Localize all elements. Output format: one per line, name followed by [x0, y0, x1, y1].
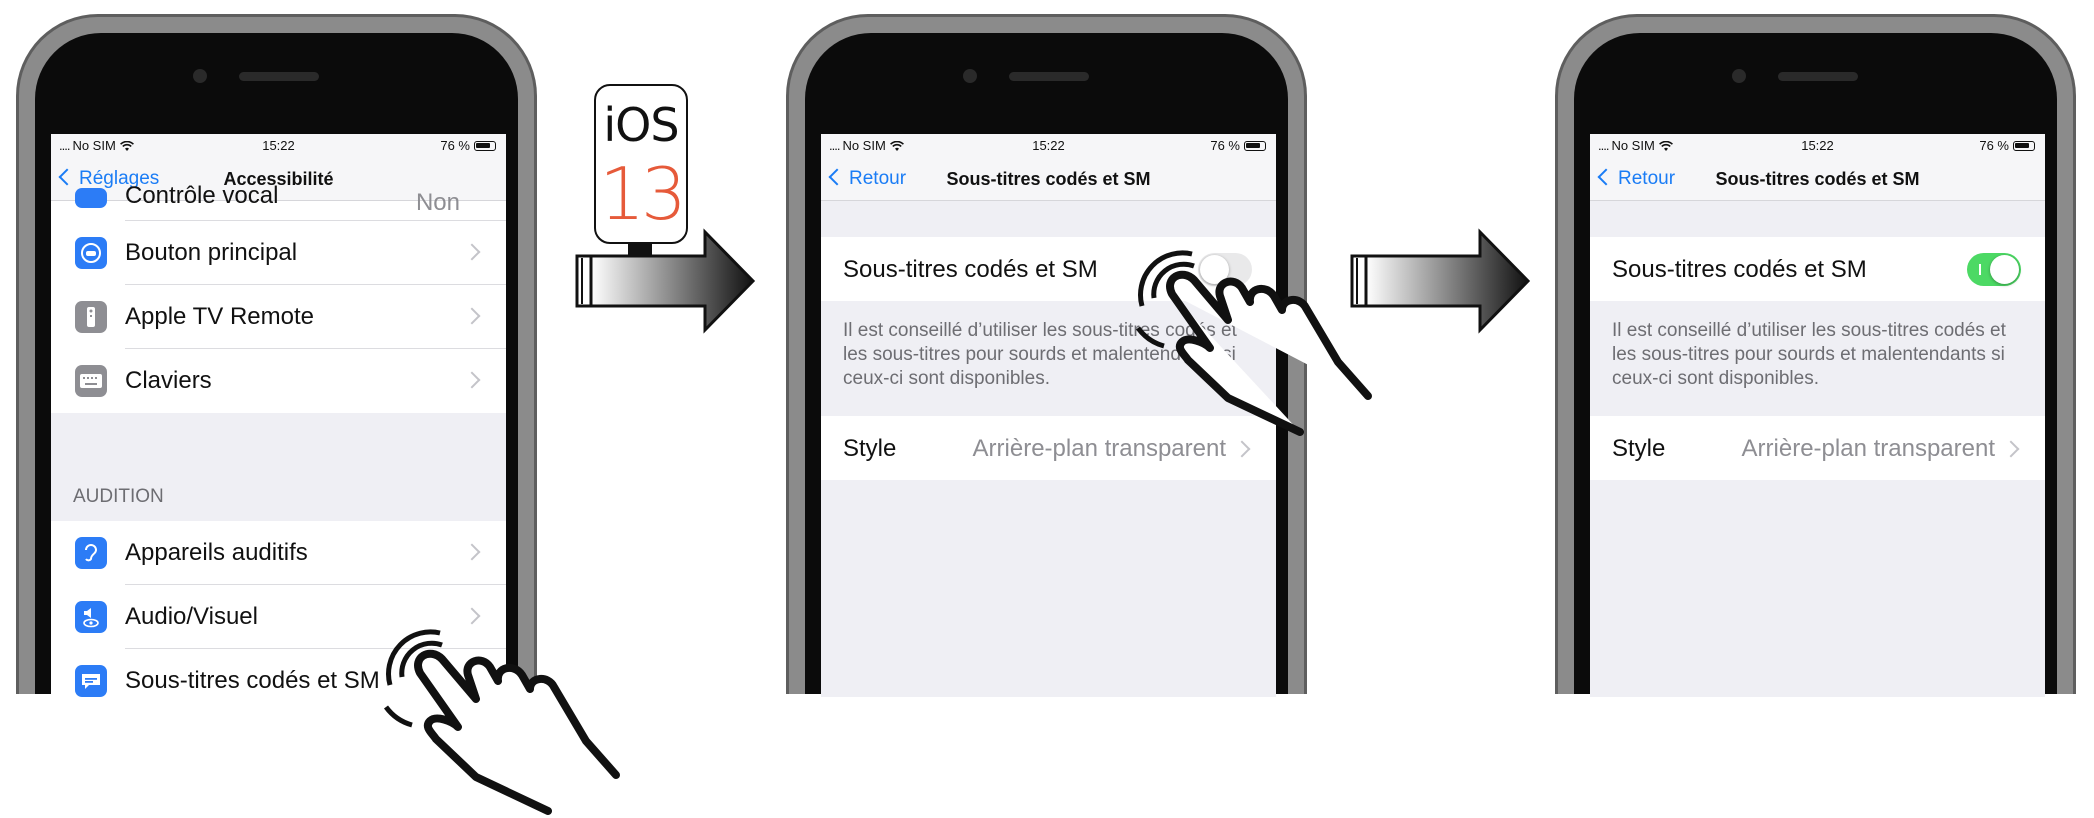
ios-13-badge: iOS 13	[594, 84, 688, 244]
keyboard-icon	[75, 365, 107, 397]
ios-version-number: 13	[599, 152, 687, 236]
speaker-grille	[1778, 72, 1858, 81]
style-row[interactable]: Style Arrière-plan transparent	[1590, 416, 2045, 480]
screen-captions-on: .... No SIM 15:22 76 % Retour Sous-titres…	[1590, 134, 2045, 697]
battery-icon	[2013, 141, 2035, 151]
battery-percent: 76 %	[1979, 138, 2009, 153]
battery-percent: 76 %	[440, 138, 470, 153]
status-bar: .... No SIM 15:22 76 %	[821, 134, 1276, 156]
battery-icon	[474, 141, 496, 151]
home-button-icon	[75, 237, 107, 269]
audio-visual-icon	[75, 601, 107, 633]
screen-accessibility: .... No SIM 15:22 76 % Réglages Accessibi…	[51, 134, 506, 697]
list-item-keyboards[interactable]: Claviers	[51, 349, 506, 413]
clock: 15:22	[262, 138, 295, 153]
chevron-right-icon	[463, 543, 481, 561]
style-label: Style	[1612, 435, 1666, 462]
nav-bar: Retour Sous-titres codés et SM	[821, 156, 1276, 201]
arrow-right-icon	[1350, 228, 1531, 334]
phone-frame-1: .... No SIM 15:22 76 % Réglages Accessibi…	[16, 14, 537, 697]
camera-icon	[963, 69, 977, 83]
captions-icon	[75, 665, 107, 697]
list-item-apple-tv-remote[interactable]: Apple TV Remote	[51, 285, 506, 349]
speaker-grille	[1009, 72, 1089, 81]
remote-icon	[75, 301, 107, 333]
section-header-audition: AUDITION	[73, 486, 164, 507]
tap-hand-icon	[383, 629, 620, 815]
style-value: Arrière-plan transparent	[1741, 435, 1995, 462]
nav-title: Sous-titres codés et SM	[1715, 169, 1920, 189]
chevron-right-icon	[1233, 440, 1251, 458]
footnote-text: Il est conseillé d’utiliser les sous-tit…	[1612, 320, 2006, 389]
nav-title: Sous-titres codés et SM	[946, 169, 1151, 189]
settings-list-1: Contrôle vocal Non Bouton principal Appl…	[51, 182, 506, 413]
captions-toggle-row: Sous-titres codés et SM	[1590, 237, 2045, 301]
clock: 15:22	[1801, 138, 1834, 153]
phone-frame-3: .... No SIM 15:22 76 % Retour Sous-titres…	[1555, 14, 2076, 697]
status-bar: .... No SIM 15:22 76 %	[1590, 134, 2045, 156]
arrow-right-icon	[575, 228, 756, 334]
nav-bar: Retour Sous-titres codés et SM	[1590, 156, 2045, 201]
clock: 15:22	[1032, 138, 1065, 153]
toggle-label: Sous-titres codés et SM	[843, 256, 1098, 283]
captions-toggle[interactable]	[1967, 253, 2021, 286]
camera-icon	[193, 69, 207, 83]
battery-percent: 76 %	[1210, 138, 1240, 153]
battery-icon	[1244, 141, 1266, 151]
list-item-hearing-devices[interactable]: Appareils auditifs	[51, 521, 506, 585]
toggle-label: Sous-titres codés et SM	[1612, 256, 1867, 283]
style-value: Arrière-plan transparent	[972, 435, 1226, 462]
tap-hand-icon	[1135, 250, 1372, 436]
ios-label: iOS	[603, 98, 679, 152]
voice-control-icon	[75, 188, 107, 208]
list-item-home-button[interactable]: Bouton principal	[51, 221, 506, 285]
chevron-right-icon	[463, 243, 481, 261]
list-item-voice-control[interactable]: Contrôle vocal Non	[51, 182, 506, 221]
style-label: Style	[843, 435, 897, 462]
chevron-right-icon	[463, 371, 481, 389]
chevron-right-icon	[463, 307, 481, 325]
chevron-right-icon	[2002, 440, 2020, 458]
ear-icon	[75, 537, 107, 569]
camera-icon	[1732, 69, 1746, 83]
speaker-grille	[239, 72, 319, 81]
status-bar: .... No SIM 15:22 76 %	[51, 134, 506, 156]
